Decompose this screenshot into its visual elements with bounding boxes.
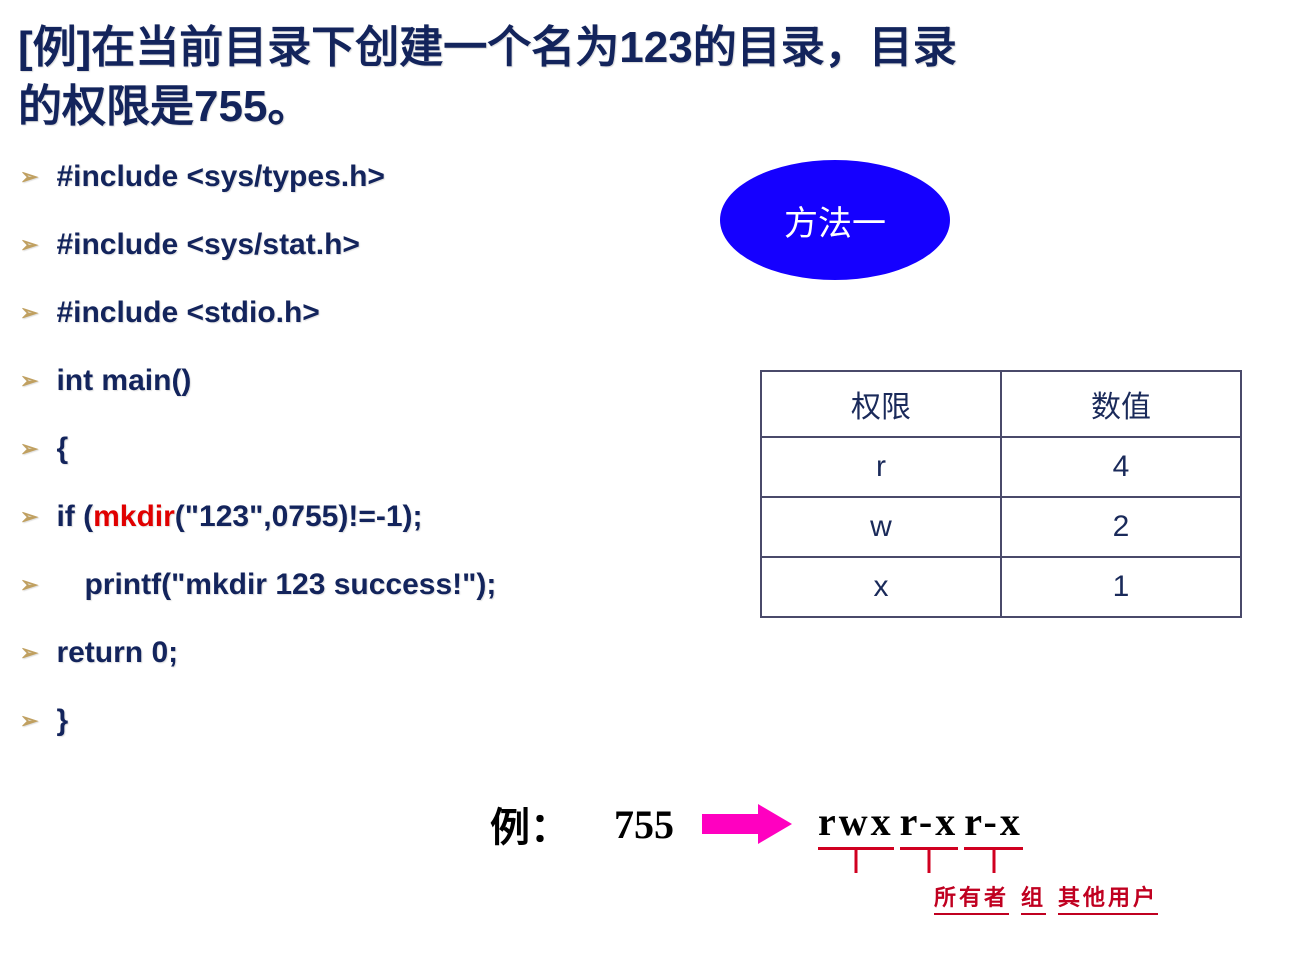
perm-group-owner: rwx — [818, 798, 894, 850]
code-line-9: } — [56, 704, 68, 738]
code-line-7: printf("mkdir 123 success!"); — [56, 568, 496, 602]
code-line-1: #include <sys/types.h> — [56, 160, 385, 194]
permission-example: 例： 755 rwx r-x r-x — [490, 795, 1023, 853]
perm-header-name: 权限 — [761, 371, 1001, 437]
code-listing: ➢ #include <sys/types.h> ➢ #include <sys/s… — [20, 160, 660, 772]
example-number: 755 — [614, 801, 674, 848]
permission-string: rwx r-x r-x — [818, 798, 1023, 850]
bullet-icon: ➢ — [20, 164, 38, 190]
slide-title: [例]在当前目录下创建一个名为123的目录，目录的权限是755。 — [18, 18, 998, 137]
bullet-icon: ➢ — [20, 640, 38, 666]
bullet-icon: ➢ — [20, 368, 38, 394]
table-row: w2 — [761, 497, 1241, 557]
code-line-2: #include <sys/stat.h> — [56, 228, 359, 262]
table-row: x1 — [761, 557, 1241, 617]
bullet-icon: ➢ — [20, 708, 38, 734]
mkdir-keyword: mkdir — [93, 500, 175, 533]
code-line-4: int main() — [56, 364, 191, 398]
bullet-icon: ➢ — [20, 436, 38, 462]
code-line-5: { — [56, 432, 68, 466]
permission-group-labels: 所有者 组 其他用户 — [934, 880, 1158, 915]
code-line-3: #include <stdio.h> — [56, 296, 319, 330]
example-label: 例： — [490, 795, 570, 853]
method-badge-label: 方法一 — [784, 196, 886, 245]
label-other: 其他用户 — [1058, 880, 1158, 915]
permission-table: 权限 数值 r4 w2 x1 — [760, 370, 1242, 618]
label-owner: 所有者 — [934, 880, 1009, 915]
code-line-8: return 0; — [56, 636, 178, 670]
arrow-right-icon — [702, 806, 792, 842]
bullet-icon: ➢ — [20, 300, 38, 326]
code-line-6: if (mkdir("123",0755)!=-1); — [56, 500, 422, 534]
bullet-icon: ➢ — [20, 572, 38, 598]
label-group: 组 — [1021, 880, 1046, 915]
bullet-icon: ➢ — [20, 232, 38, 258]
bullet-icon: ➢ — [20, 504, 38, 530]
method-badge: 方法一 — [720, 160, 950, 280]
table-row: r4 — [761, 437, 1241, 497]
perm-group-group: r-x — [900, 798, 959, 850]
perm-header-value: 数值 — [1001, 371, 1241, 437]
perm-group-other: r-x — [964, 798, 1023, 850]
